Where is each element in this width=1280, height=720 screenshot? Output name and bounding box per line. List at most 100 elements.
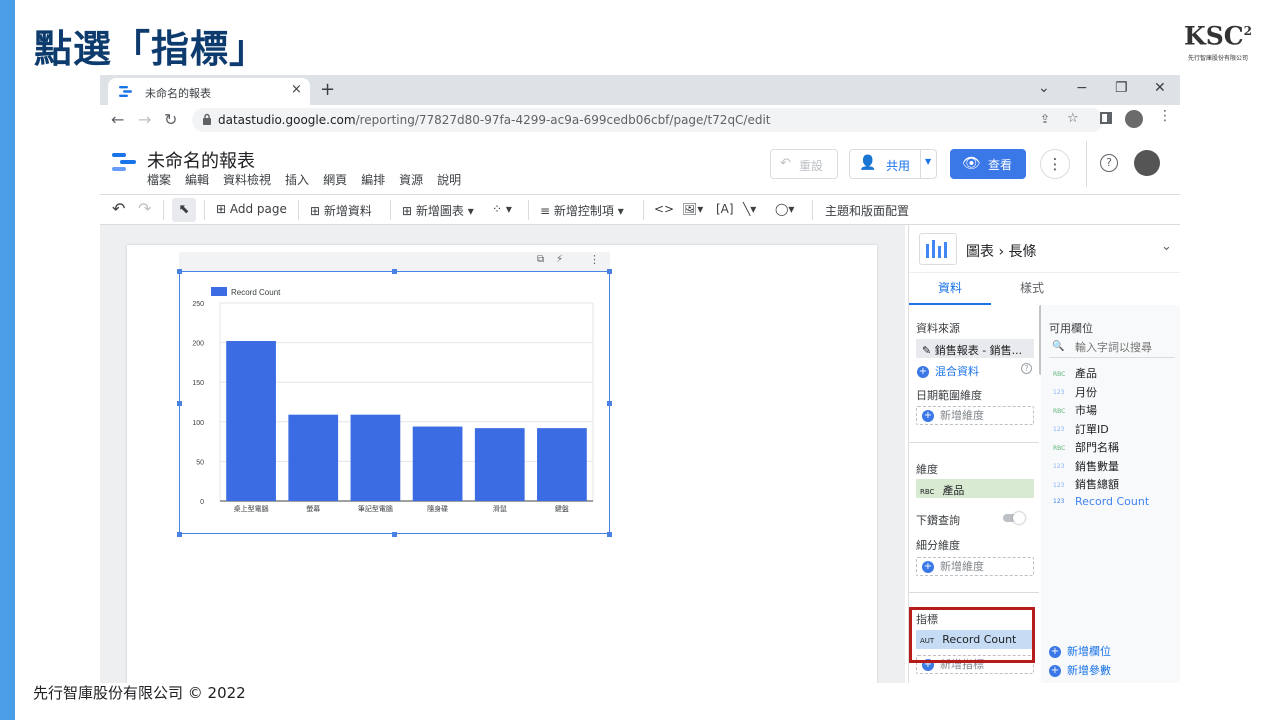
- menu-insert[interactable]: 插入: [285, 173, 309, 187]
- view-button[interactable]: 👁 查看: [950, 149, 1026, 179]
- available-field[interactable]: RBC 產品: [1053, 365, 1097, 381]
- text-box-icon[interactable]: [A]: [716, 202, 734, 216]
- add-page-button[interactable]: ⊞ Add page: [216, 202, 287, 216]
- report-title[interactable]: 未命名的報表: [147, 147, 255, 173]
- menu-edit[interactable]: 編輯: [185, 173, 209, 187]
- highlight-metric-box: [909, 607, 1035, 663]
- tab-search-chevron-icon[interactable]: ⌄: [1038, 80, 1050, 96]
- resize-handle[interactable]: [607, 401, 612, 406]
- tab-title: 未命名的報表: [145, 87, 211, 100]
- add-chart-button[interactable]: ⊞ 新增圖表 ▾: [402, 202, 474, 219]
- available-field[interactable]: 123 銷售數量: [1053, 458, 1119, 474]
- add-date-dimension[interactable]: + 新增維度: [916, 406, 1034, 425]
- logo-text: KSC: [1183, 21, 1244, 51]
- more-options-icon[interactable]: ⋮: [1040, 149, 1070, 179]
- back-arrow-icon[interactable]: ←: [111, 110, 124, 129]
- edit-toolbar: ↶ ↷ ⬉ ⊞ Add page ⊞ 新增資料 ⊞ 新增圖表 ▾ ⁘ ▾ ≡ 新…: [100, 195, 1180, 225]
- reload-icon[interactable]: ↻: [164, 110, 177, 129]
- available-field[interactable]: 123 月份: [1053, 384, 1097, 400]
- data-source-chip[interactable]: ✎ 銷售報表 - 銷售...: [916, 339, 1034, 358]
- tab-close-icon[interactable]: ×: [291, 82, 302, 97]
- menu-view[interactable]: 資料檢視: [223, 173, 271, 187]
- chevron-down-icon[interactable]: ⌄: [1161, 239, 1172, 254]
- add-control-button[interactable]: ≡ 新增控制項 ▾: [540, 202, 624, 219]
- field-search-input[interactable]: [1075, 341, 1173, 354]
- add-data-button[interactable]: ⊞ 新增資料: [310, 202, 372, 219]
- data-source-label: 資料來源: [916, 322, 960, 335]
- bar-chart[interactable]: Record Count 0 50 100 150 200 250 桌上型電腦 螢幕 筆記型電腦…: [179, 271, 610, 534]
- field-name: 產品: [1075, 367, 1097, 380]
- menu-help[interactable]: 說明: [437, 173, 461, 187]
- resize-handle[interactable]: [392, 269, 397, 274]
- expand-icon[interactable]: ⧉: [537, 254, 544, 265]
- x-tick-label: 螢幕: [306, 504, 320, 513]
- url-text: datastudio.google.com/reporting/77827d80…: [218, 113, 771, 127]
- undo-icon[interactable]: ↶: [112, 199, 125, 218]
- tab-style[interactable]: 樣式: [991, 273, 1073, 305]
- add-data-label: 新增資料: [323, 204, 372, 218]
- image-icon[interactable]: 🖼▾: [682, 202, 703, 216]
- resize-handle[interactable]: [177, 401, 182, 406]
- bookmark-star-icon[interactable]: ☆: [1067, 111, 1079, 126]
- search-icon: 🔍: [1052, 341, 1065, 352]
- resize-handle[interactable]: [177, 532, 182, 537]
- close-window-button[interactable]: ✕: [1154, 80, 1166, 96]
- breadcrumb-bar: 長條: [1008, 244, 1037, 260]
- add-control-label: 新增控制項: [553, 204, 614, 218]
- logo-superscript: 2: [1243, 24, 1253, 38]
- new-tab-button[interactable]: +: [320, 79, 335, 100]
- minimize-button[interactable]: −: [1076, 80, 1088, 96]
- menu-file[interactable]: 檔案: [147, 173, 171, 187]
- redo-icon[interactable]: ↷: [138, 199, 151, 218]
- pencil-icon: ✎: [922, 344, 935, 357]
- available-field[interactable]: 123 銷售總額: [1053, 476, 1119, 492]
- available-field[interactable]: 123 Record Count: [1053, 495, 1149, 508]
- panel-header: 圖表 › 長條 ⌄: [909, 225, 1180, 273]
- resize-handle[interactable]: [607, 532, 612, 537]
- select-cursor-icon[interactable]: ⬉: [172, 198, 196, 222]
- resize-handle[interactable]: [177, 269, 182, 274]
- user-avatar[interactable]: [1134, 150, 1160, 176]
- add-breakdown-dimension[interactable]: + 新增維度: [916, 557, 1034, 576]
- share-dropdown-icon[interactable]: ▼: [925, 157, 931, 166]
- side-panel-icon[interactable]: [1100, 112, 1112, 124]
- restore-button[interactable]: ❐: [1115, 80, 1128, 96]
- available-field[interactable]: RBC 市場: [1053, 402, 1097, 418]
- help-circle-icon[interactable]: ?: [1021, 363, 1032, 374]
- theme-layout-button[interactable]: 主題和版面配置: [825, 202, 909, 219]
- resize-handle[interactable]: [392, 532, 397, 537]
- field-search[interactable]: 🔍: [1049, 338, 1175, 358]
- field-type-tag: RBC: [1053, 444, 1066, 452]
- bar: [412, 426, 463, 501]
- forward-arrow-icon[interactable]: →: [138, 110, 151, 129]
- chart-menu-icon[interactable]: ⋮: [589, 253, 600, 266]
- browser-menu-icon[interactable]: ⋮: [1158, 108, 1172, 124]
- share-page-icon[interactable]: ⇪: [1040, 112, 1050, 126]
- resize-handle[interactable]: [607, 269, 612, 274]
- add-parameter-link[interactable]: + 新增參數: [1049, 662, 1111, 678]
- menu-resource[interactable]: 資源: [399, 173, 423, 187]
- explore-icon[interactable]: ⚡: [556, 254, 563, 265]
- browser-tab[interactable]: 未命名的報表 ×: [108, 78, 310, 105]
- available-field[interactable]: 123 訂單ID: [1053, 421, 1109, 437]
- drill-down-toggle[interactable]: [1003, 512, 1025, 524]
- dimension-chip[interactable]: RBC 產品: [916, 479, 1034, 498]
- add-field-link[interactable]: + 新增欄位: [1049, 643, 1111, 659]
- available-field[interactable]: RBC 部門名稱: [1053, 439, 1119, 455]
- bar-chart-type-icon[interactable]: [919, 233, 957, 265]
- menu-page[interactable]: 網頁: [323, 173, 347, 187]
- line-icon[interactable]: ╲▾: [743, 202, 756, 216]
- shape-icon[interactable]: ◯▾: [775, 202, 794, 216]
- share-button[interactable]: 👤 共用 ▼: [849, 149, 937, 179]
- blend-data-link[interactable]: + 混合資料: [912, 363, 979, 379]
- url-bar[interactable]: datastudio.google.com/reporting/77827d80…: [192, 108, 1104, 132]
- embed-code-icon[interactable]: <>: [654, 202, 674, 216]
- menu-arrange[interactable]: 編排: [361, 173, 385, 187]
- reset-button[interactable]: ↶ 重設: [770, 149, 838, 179]
- add-community-viz-icon[interactable]: ⁘ ▾: [492, 202, 512, 216]
- bar: [350, 414, 401, 501]
- profile-avatar[interactable]: [1125, 110, 1143, 128]
- available-fields-label: 可用欄位: [1049, 322, 1093, 335]
- tab-data[interactable]: 資料: [909, 273, 991, 305]
- help-icon[interactable]: ?: [1100, 154, 1118, 172]
